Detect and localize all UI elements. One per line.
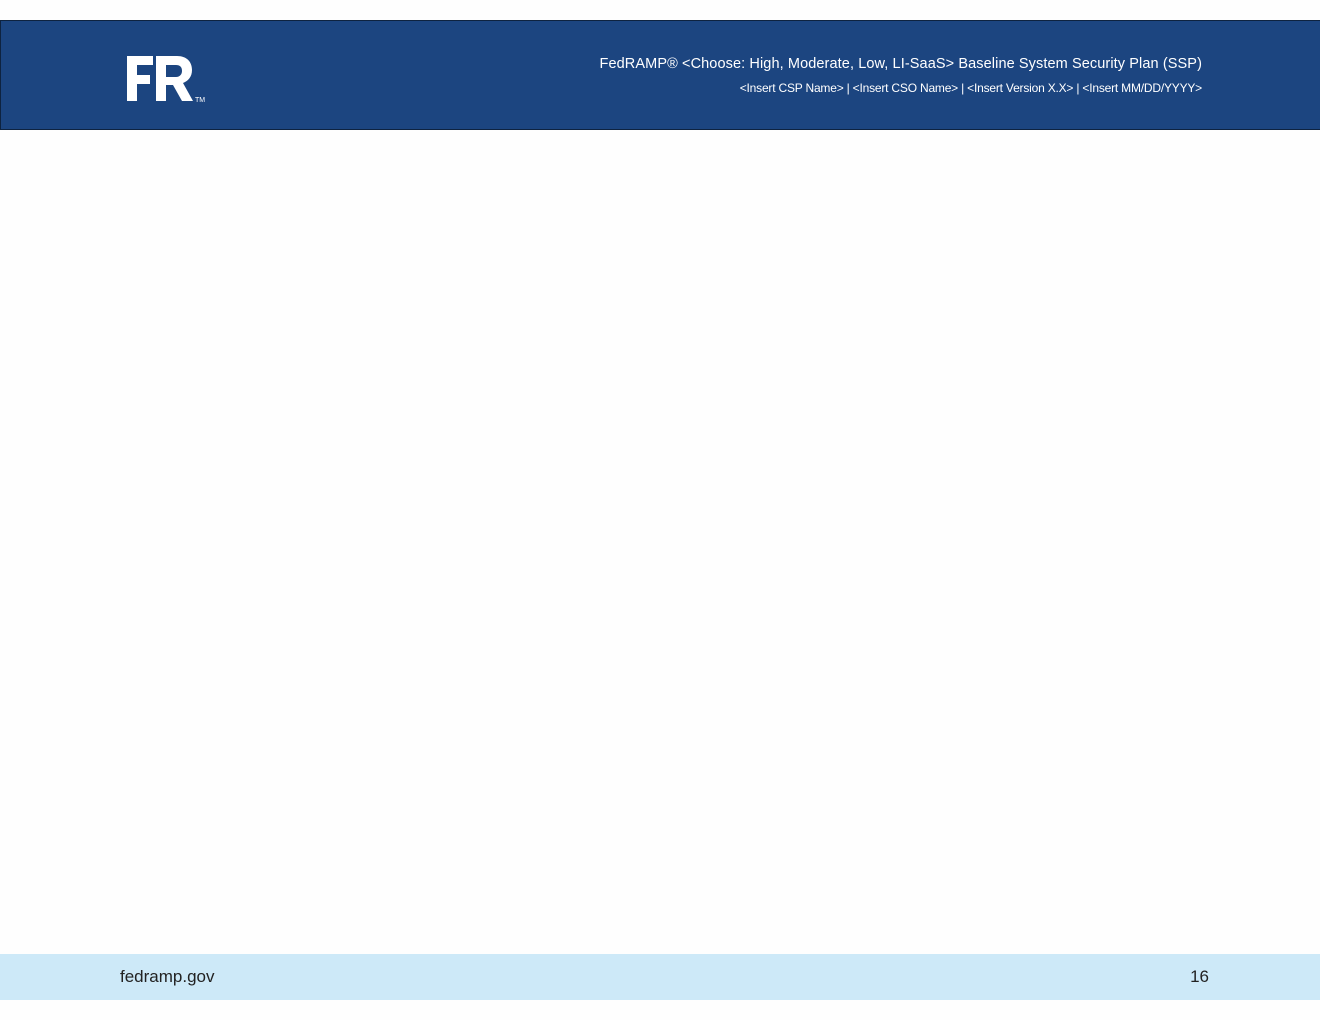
svg-text:TM: TM — [195, 97, 205, 104]
footer-site-link[interactable]: fedramp.gov — [120, 967, 215, 987]
document-title: FedRAMP® <Choose: High, Moderate, Low, L… — [599, 56, 1202, 72]
page-number: 16 — [1190, 967, 1209, 986]
page-header: TM FedRAMP® <Choose: High, Moderate, Low… — [0, 20, 1320, 130]
fedramp-logo: TM — [127, 56, 205, 104]
document-page: TM FedRAMP® <Choose: High, Moderate, Low… — [0, 0, 1320, 1020]
page-footer: fedramp.gov 16 — [0, 954, 1320, 1000]
header-text-block: FedRAMP® <Choose: High, Moderate, Low, L… — [599, 55, 1203, 95]
document-subtitle: <Insert CSP Name> | <Insert CSO Name> | … — [739, 81, 1202, 95]
